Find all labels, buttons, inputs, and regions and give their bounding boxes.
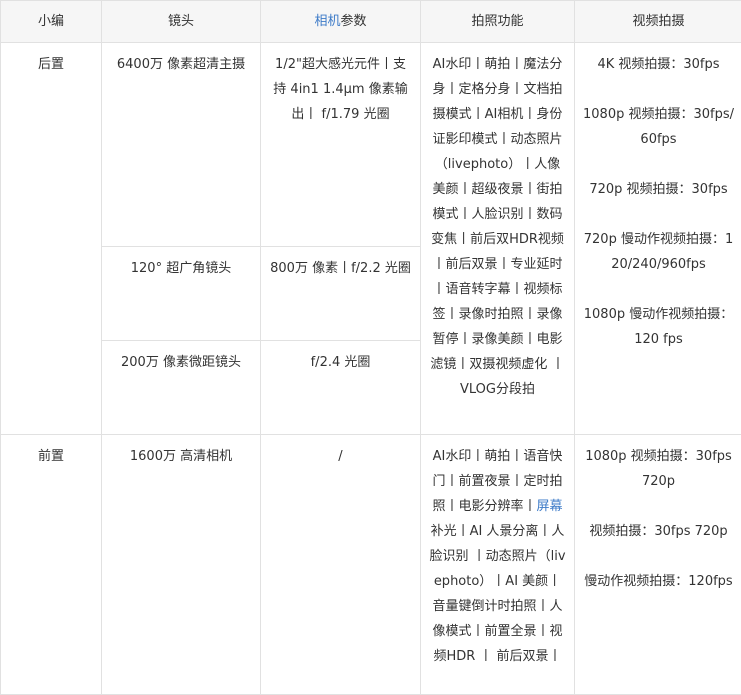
rear-row-main: 后置 6400万 像素超清主摄 1/2"超大感光元件丨支持 4in1 1.4μm… (1, 43, 741, 247)
rear-photo-features: AI水印丨萌拍丨魔法分身丨定格分身丨文档拍摄模式丨AI相机丨身份证影印模式丨动态… (421, 43, 575, 435)
header-params: 相机参数 (261, 1, 421, 43)
front-video-720p: 视频拍摄：30fps 720p (583, 519, 734, 544)
header-params-rest: 参数 (341, 14, 367, 29)
rear-wide-lens-params: 800万 像素丨f/2.2 光圈 (261, 247, 421, 341)
front-lens: 1600万 高清相机 (102, 435, 261, 695)
front-video-specs: 1080p 视频拍摄：30fps720p 视频拍摄：30fps 720p 慢动作… (575, 435, 741, 695)
header-row: 小编 镜头 相机参数 拍照功能 视频拍摄 (1, 1, 741, 43)
rear-label: 后置 (1, 43, 102, 435)
rear-wide-lens: 120° 超广角镜头 (102, 247, 261, 341)
header-video: 视频拍摄 (575, 1, 741, 43)
screen-link[interactable]: 屏幕 (537, 499, 563, 514)
camera-spec-table: 小编 镜头 相机参数 拍照功能 视频拍摄 后置 6400万 像素超清主摄 1/2… (0, 0, 741, 695)
front-features-part-b: 补光丨AI 人景分离丨人脸识别 丨动态照片（livephoto）丨AI 美颜丨音… (429, 524, 565, 664)
header-photo-features: 拍照功能 (421, 1, 575, 43)
rear-macro-lens: 200万 像素微距镜头 (102, 341, 261, 435)
rear-main-lens: 6400万 像素超清主摄 (102, 43, 261, 247)
rear-video-720p: 720p 视频拍摄：30fps (583, 177, 734, 202)
rear-video-1080p: 1080p 视频拍摄：30fps/60fps (583, 102, 734, 152)
camera-link[interactable]: 相机 (314, 14, 340, 29)
header-lens: 镜头 (102, 1, 261, 43)
front-label: 前置 (1, 435, 102, 695)
header-editor: 小编 (1, 1, 102, 43)
front-lens-params: / (261, 435, 421, 695)
rear-main-lens-params: 1/2"超大感光元件丨支持 4in1 1.4μm 像素输出丨 f/1.79 光圈 (261, 43, 421, 247)
front-photo-features: AI水印丨萌拍丨语音快门丨前置夜景丨定时拍照丨电影分辨率丨屏幕补光丨AI 人景分… (421, 435, 575, 695)
rear-video-720p-slowmo: 720p 慢动作视频拍摄：120/240/960fps (583, 227, 734, 277)
rear-video-4k: 4K 视频拍摄：30fps (583, 52, 734, 77)
front-video-slowmo: 慢动作视频拍摄：120fps (583, 569, 734, 594)
front-row: 前置 1600万 高清相机 / AI水印丨萌拍丨语音快门丨前置夜景丨定时拍照丨电… (1, 435, 741, 695)
front-video-1080p: 1080p 视频拍摄：30fps720p (583, 444, 734, 494)
rear-video-1080p-slowmo: 1080p 慢动作视频拍摄：120 fps (583, 302, 734, 352)
rear-video-specs: 4K 视频拍摄：30fps 1080p 视频拍摄：30fps/60fps 720… (575, 43, 741, 435)
rear-macro-lens-params: f/2.4 光圈 (261, 341, 421, 435)
